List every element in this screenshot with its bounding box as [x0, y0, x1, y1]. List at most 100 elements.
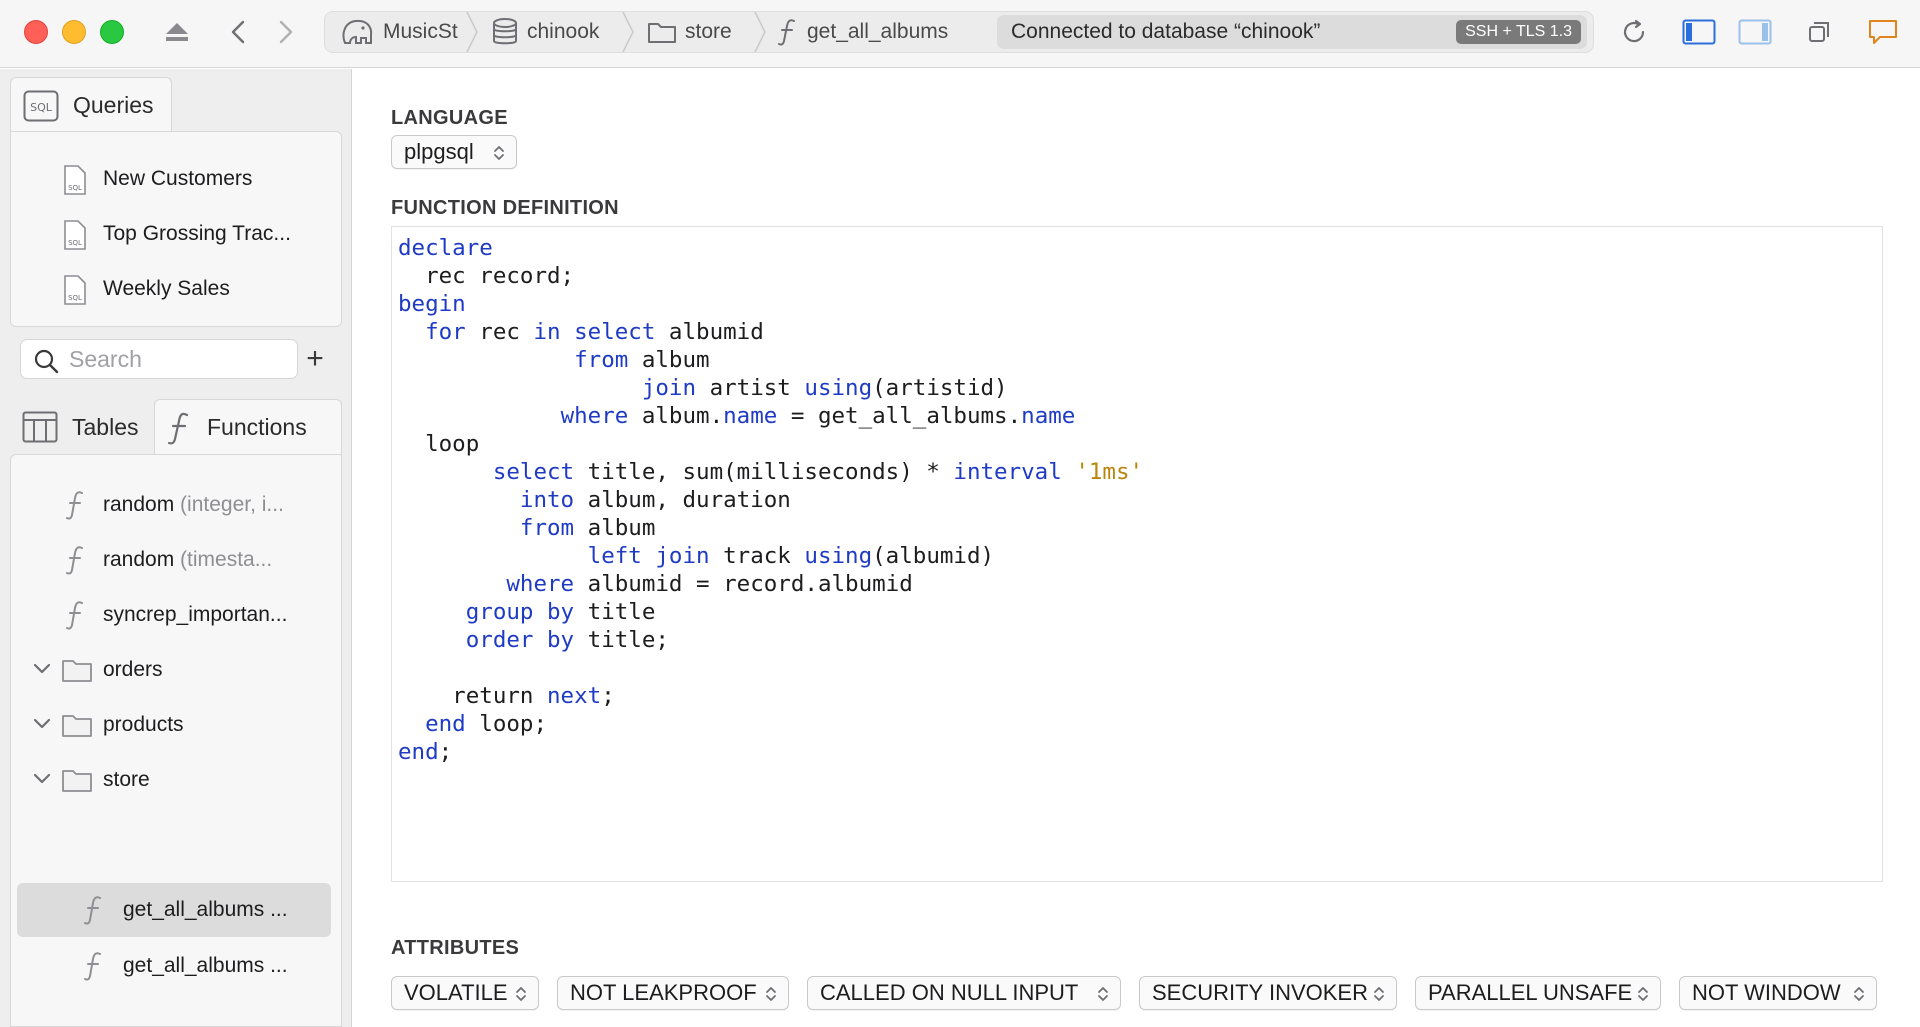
- list-item-function[interactable]: get_all_albums ...: [11, 941, 341, 991]
- tab-queries-label: Queries: [73, 92, 154, 118]
- list-item-folder-orders[interactable]: orders: [11, 645, 341, 695]
- list-item-function-selected[interactable]: get_all_albums ...: [17, 883, 331, 937]
- security-value: SECURITY INVOKER: [1152, 980, 1368, 1005]
- breadcrumb-server[interactable]: MusicSt: [339, 12, 458, 52]
- code-keyword: interval: [953, 459, 1062, 485]
- svg-text:SQL: SQL: [68, 294, 82, 302]
- code-text: album: [574, 515, 656, 541]
- code-keyword: by: [547, 599, 575, 625]
- new-window-button[interactable]: [1804, 14, 1834, 50]
- folder-icon: [61, 712, 93, 738]
- function-icon: [83, 950, 105, 982]
- refresh-button[interactable]: [1618, 14, 1650, 50]
- breadcrumb-separator-icon: [466, 12, 478, 52]
- list-item-query[interactable]: SQL Weekly Sales: [11, 264, 341, 314]
- function-label: get_all_albums ...: [123, 898, 288, 921]
- list-item-function[interactable]: syncrep_importan...: [11, 590, 341, 640]
- list-item-query[interactable]: SQL New Customers: [11, 154, 341, 204]
- code-text: title, sum(milliseconds) *: [574, 459, 954, 485]
- tab-functions[interactable]: Functions: [154, 399, 342, 455]
- refresh-icon: [1623, 19, 1645, 43]
- function-icon: [778, 19, 795, 46]
- queries-panel: SQL New Customers SQL Top Grossing Trac.…: [10, 131, 342, 327]
- function-icon: [65, 544, 87, 576]
- code-text: artist: [696, 375, 805, 401]
- folder-label: orders: [103, 658, 163, 681]
- code-keyword: name: [723, 403, 778, 429]
- back-button[interactable]: [226, 14, 250, 50]
- code-text: track: [709, 543, 805, 569]
- query-label: New Customers: [103, 167, 253, 190]
- tab-tables[interactable]: Tables: [10, 399, 150, 455]
- code-keyword: join: [655, 543, 710, 569]
- folder-icon: [61, 767, 93, 793]
- function-name: random: [103, 548, 175, 571]
- minimize-window-button[interactable]: [62, 20, 86, 44]
- leakproof-select[interactable]: NOT LEAKPROOF: [557, 976, 789, 1010]
- list-item-folder-store[interactable]: store: [11, 755, 341, 805]
- eject-button[interactable]: [162, 14, 192, 50]
- search-placeholder: Search: [69, 345, 142, 372]
- language-value: plpgsql: [404, 139, 474, 164]
- window-select[interactable]: NOT WINDOW: [1679, 976, 1877, 1010]
- connection-status: Connected to database “chinook” SSH + TL…: [997, 15, 1587, 49]
- null-input-select[interactable]: CALLED ON NULL INPUT: [807, 976, 1121, 1010]
- function-label: syncrep_importan...: [103, 603, 288, 626]
- list-item-function[interactable]: random (timesta...: [11, 535, 341, 585]
- code-keyword: using: [804, 375, 873, 401]
- search-icon: [34, 349, 59, 374]
- code-keyword: begin: [398, 291, 466, 317]
- query-label: Top Grossing Trac...: [103, 222, 291, 245]
- volatility-select[interactable]: VOLATILE: [391, 976, 539, 1010]
- breadcrumb-schema-label: store: [685, 20, 732, 43]
- code-text: album.: [628, 403, 724, 429]
- list-item-query[interactable]: SQL Top Grossing Trac...: [11, 209, 341, 259]
- function-args: (integer, i...: [180, 493, 284, 516]
- breadcrumb-schema[interactable]: store: [647, 12, 732, 52]
- chevron-down-icon: [33, 717, 51, 731]
- sidebar-right-icon: [1738, 19, 1772, 45]
- folder-label: store: [103, 768, 150, 791]
- code-text: loop: [398, 431, 480, 457]
- query-label: Weekly Sales: [103, 277, 230, 300]
- code-editor[interactable]: declare rec record; begin for rec in sele…: [391, 226, 1883, 882]
- sidebar-left-icon: [1682, 19, 1716, 45]
- add-query-button[interactable]: +: [300, 339, 330, 379]
- security-select[interactable]: SECURITY INVOKER: [1139, 976, 1397, 1010]
- function-label: random (timesta...: [103, 548, 272, 572]
- comments-button[interactable]: [1866, 14, 1900, 50]
- code-keyword: declare: [398, 235, 493, 261]
- parallel-value: PARALLEL UNSAFE: [1428, 980, 1633, 1005]
- breadcrumb-function[interactable]: get_all_albums: [777, 12, 948, 52]
- code-line: where album.name = get_all_albums.name: [398, 399, 1076, 433]
- function-icon: [65, 489, 87, 521]
- chevron-up-down-icon: [1098, 987, 1108, 1001]
- sql-file-icon: SQL: [23, 90, 59, 121]
- forward-button[interactable]: [274, 14, 298, 50]
- chevron-up-down-icon: [1638, 987, 1648, 1001]
- breadcrumb: MusicSt chinook store get_all_albums Con…: [324, 11, 1594, 53]
- speech-bubble-icon: [1869, 20, 1897, 44]
- function-icon: [167, 412, 189, 444]
- toggle-right-sidebar-button[interactable]: [1736, 14, 1774, 50]
- connection-status-text: Connected to database “chinook”: [1011, 20, 1321, 43]
- list-item-folder-products[interactable]: products: [11, 700, 341, 750]
- code-text: return: [398, 683, 548, 709]
- language-select[interactable]: plpgsql: [391, 135, 517, 169]
- breadcrumb-database[interactable]: chinook: [491, 12, 599, 52]
- folder-icon: [648, 23, 676, 43]
- close-window-button[interactable]: [24, 20, 48, 44]
- tab-queries[interactable]: SQL Queries: [10, 77, 172, 133]
- parallel-select[interactable]: PARALLEL UNSAFE: [1415, 976, 1661, 1010]
- search-input[interactable]: Search: [20, 339, 298, 379]
- zoom-window-button[interactable]: [100, 20, 124, 44]
- toggle-left-sidebar-button[interactable]: [1680, 14, 1718, 50]
- list-item-function[interactable]: random (integer, i...: [11, 480, 341, 530]
